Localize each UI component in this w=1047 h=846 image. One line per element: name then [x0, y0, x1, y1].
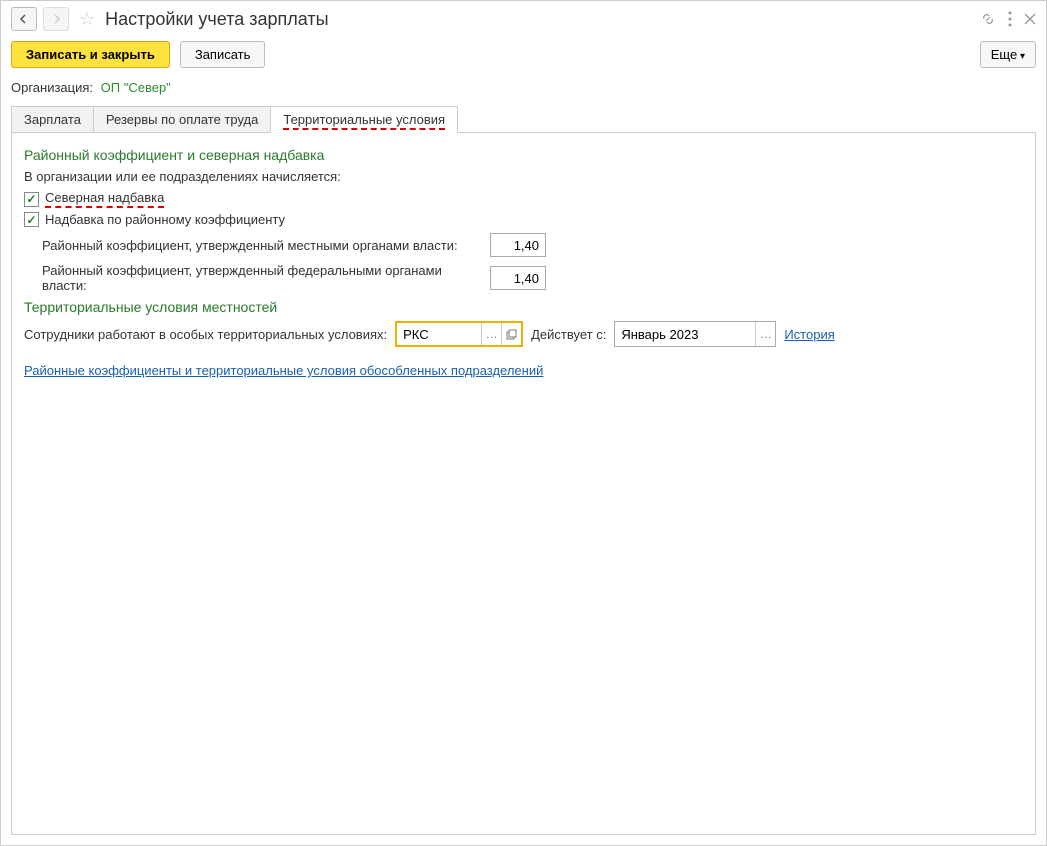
section-territorial-title: Территориальные условия местностей	[24, 299, 1023, 315]
nav-back-button[interactable]	[11, 7, 37, 31]
coef-local-input[interactable]	[490, 233, 546, 257]
coef-local-row: Районный коэффициент, утвержденный местн…	[42, 233, 1023, 257]
tab-territorial[interactable]: Территориальные условия	[270, 106, 458, 133]
checkbox-district-allowance-row: Надбавка по районному коэффициенту	[24, 212, 1023, 227]
organization-value: ОП "Север"	[101, 80, 171, 95]
select-ellipsis-button[interactable]: …	[481, 323, 501, 345]
toolbar: Записать и закрыть Записать Еще	[1, 37, 1046, 78]
checkbox-northern-allowance-row: Северная надбавка	[24, 190, 1023, 208]
section-district-hint: В организации или ее подразделениях начи…	[24, 169, 1023, 184]
more-button[interactable]: Еще	[980, 41, 1036, 68]
checkbox-northern-allowance-label: Северная надбавка	[45, 190, 164, 208]
coef-federal-row: Районный коэффициент, утвержденный федер…	[42, 263, 1023, 293]
open-icon	[506, 329, 517, 340]
territorial-conditions-label: Сотрудники работают в особых территориал…	[24, 327, 387, 342]
coef-local-label: Районный коэффициент, утвержденный местн…	[42, 238, 482, 253]
save-and-close-button[interactable]: Записать и закрыть	[11, 41, 170, 68]
territorial-conditions-row: Сотрудники работают в особых территориал…	[24, 321, 1023, 347]
close-icon[interactable]	[1024, 13, 1036, 25]
effective-from-label: Действует с:	[531, 327, 606, 342]
tabs: Зарплата Резервы по оплате труда Террито…	[1, 105, 1046, 132]
territorial-conditions-input[interactable]	[397, 325, 481, 344]
favorite-icon[interactable]: ☆	[79, 9, 95, 30]
checkbox-district-allowance[interactable]	[24, 212, 39, 227]
tab-reserves[interactable]: Резервы по оплате труда	[93, 106, 271, 133]
checkbox-northern-allowance[interactable]	[24, 192, 39, 207]
select-open-button[interactable]	[501, 323, 521, 345]
organization-label: Организация:	[11, 80, 93, 95]
kebab-icon[interactable]	[1008, 11, 1012, 27]
nav-forward-button[interactable]	[43, 7, 69, 31]
save-button[interactable]: Записать	[180, 41, 266, 68]
organization-row: Организация: ОП "Север"	[1, 78, 1046, 105]
arrow-right-icon	[51, 14, 61, 24]
coef-federal-input[interactable]	[490, 266, 546, 290]
page-title: Настройки учета зарплаты	[105, 9, 974, 30]
titlebar: ☆ Настройки учета зарплаты	[1, 1, 1046, 37]
checkbox-district-allowance-label: Надбавка по районному коэффициенту	[45, 212, 285, 227]
coef-federal-label: Районный коэффициент, утвержденный федер…	[42, 263, 482, 293]
window: ☆ Настройки учета зарплаты Записать и за…	[0, 0, 1047, 846]
arrow-left-icon	[19, 14, 29, 24]
territorial-conditions-select: …	[395, 321, 523, 347]
tab-salary[interactable]: Зарплата	[11, 106, 94, 133]
effective-from-select: …	[614, 321, 776, 347]
effective-from-input[interactable]	[615, 325, 755, 344]
tab-content: Районный коэффициент и северная надбавка…	[11, 132, 1036, 835]
history-link[interactable]: История	[784, 327, 834, 342]
subdivisions-link[interactable]: Районные коэффициенты и территориальные …	[24, 363, 543, 378]
title-actions	[980, 11, 1036, 27]
date-ellipsis-button[interactable]: …	[755, 322, 775, 346]
link-icon[interactable]	[980, 11, 996, 27]
section-district-title: Районный коэффициент и северная надбавка	[24, 147, 1023, 163]
